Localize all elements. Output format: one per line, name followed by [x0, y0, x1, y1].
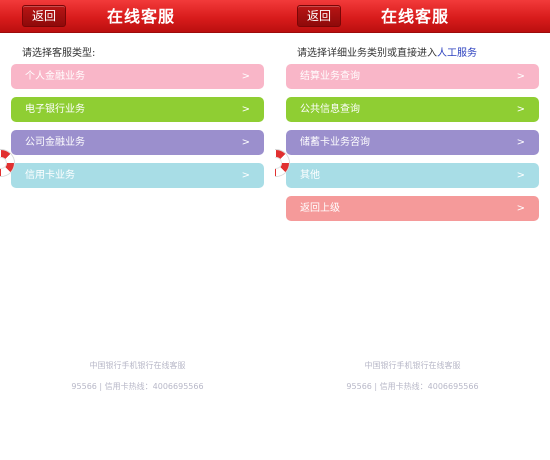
service-type-prompt: 请选择客服类型: — [22, 48, 96, 59]
menu-item-debit-card-consult[interactable]: 储蓄卡业务咨询 > — [286, 130, 539, 155]
menu-item-label: 公共信息查询 — [300, 104, 360, 115]
menu-item-e-banking[interactable]: 电子银行业务 > — [11, 97, 264, 122]
menu-item-label: 其他 — [300, 170, 320, 181]
menu-item-label: 个人金融业务 — [25, 71, 85, 82]
menu-item-credit-card[interactable]: 信用卡业务 > — [11, 163, 264, 188]
back-button[interactable]: 返回 — [22, 5, 66, 27]
chevron-right-icon: > — [516, 203, 525, 214]
footer-hotline: 95566 | 信用卡热线：4006695566 — [71, 382, 204, 391]
menu-item-label: 结算业务查询 — [300, 71, 360, 82]
menu-item-label: 信用卡业务 — [25, 170, 75, 181]
chevron-right-icon: > — [516, 104, 525, 115]
menu-item-label: 电子银行业务 — [25, 104, 85, 115]
footer-hotline: 95566 | 信用卡热线：4006695566 — [346, 382, 479, 391]
chevron-right-icon: > — [516, 170, 525, 181]
footer-service-name: 中国银行手机银行在线客服 — [89, 361, 186, 370]
chevron-right-icon: > — [516, 137, 525, 148]
header-bar: 返回 在线客服 — [0, 0, 275, 33]
chevron-right-icon: > — [516, 71, 525, 82]
footer-service-name: 中国银行手机银行在线客服 — [364, 361, 461, 370]
human-service-link[interactable]: 人工服务 — [437, 48, 477, 59]
business-category-prompt: 请选择详细业务类别或直接进入人工服务 — [297, 44, 477, 59]
menu-item-personal-finance[interactable]: 个人金融业务 > — [11, 64, 264, 89]
header-bar: 返回 在线客服 — [275, 0, 550, 33]
back-button[interactable]: 返回 — [297, 5, 341, 27]
page-title: 在线客服 — [107, 7, 176, 26]
chevron-right-icon: > — [241, 170, 250, 181]
menu-item-other[interactable]: 其他 > — [286, 163, 539, 188]
menu-item-public-info-inquiry[interactable]: 公共信息查询 > — [286, 97, 539, 122]
menu-item-settlement-inquiry[interactable]: 结算业务查询 > — [286, 64, 539, 89]
menu-item-go-back-up[interactable]: 返回上级 > — [286, 196, 539, 221]
chevron-right-icon: > — [241, 71, 250, 82]
page-title: 在线客服 — [381, 7, 450, 26]
menu-item-label: 储蓄卡业务咨询 — [300, 137, 370, 148]
menu-item-corporate-finance[interactable]: 公司金融业务 > — [11, 130, 264, 155]
chevron-right-icon: > — [241, 104, 250, 115]
menu-item-label: 公司金融业务 — [25, 137, 85, 148]
prompt-text: 请选择详细业务类别或直接进入 — [297, 48, 437, 59]
chevron-right-icon: > — [241, 137, 250, 148]
customer-service-screen-left: 返回 在线客服 请选择客服类型: 个人金融业务 > 电子银行业务 > 公司金融业… — [0, 0, 275, 460]
menu-item-label: 返回上级 — [300, 203, 340, 214]
customer-service-screen-right: 返回 在线客服 请选择详细业务类别或直接进入人工服务 结算业务查询 > 公共信息… — [275, 0, 550, 460]
